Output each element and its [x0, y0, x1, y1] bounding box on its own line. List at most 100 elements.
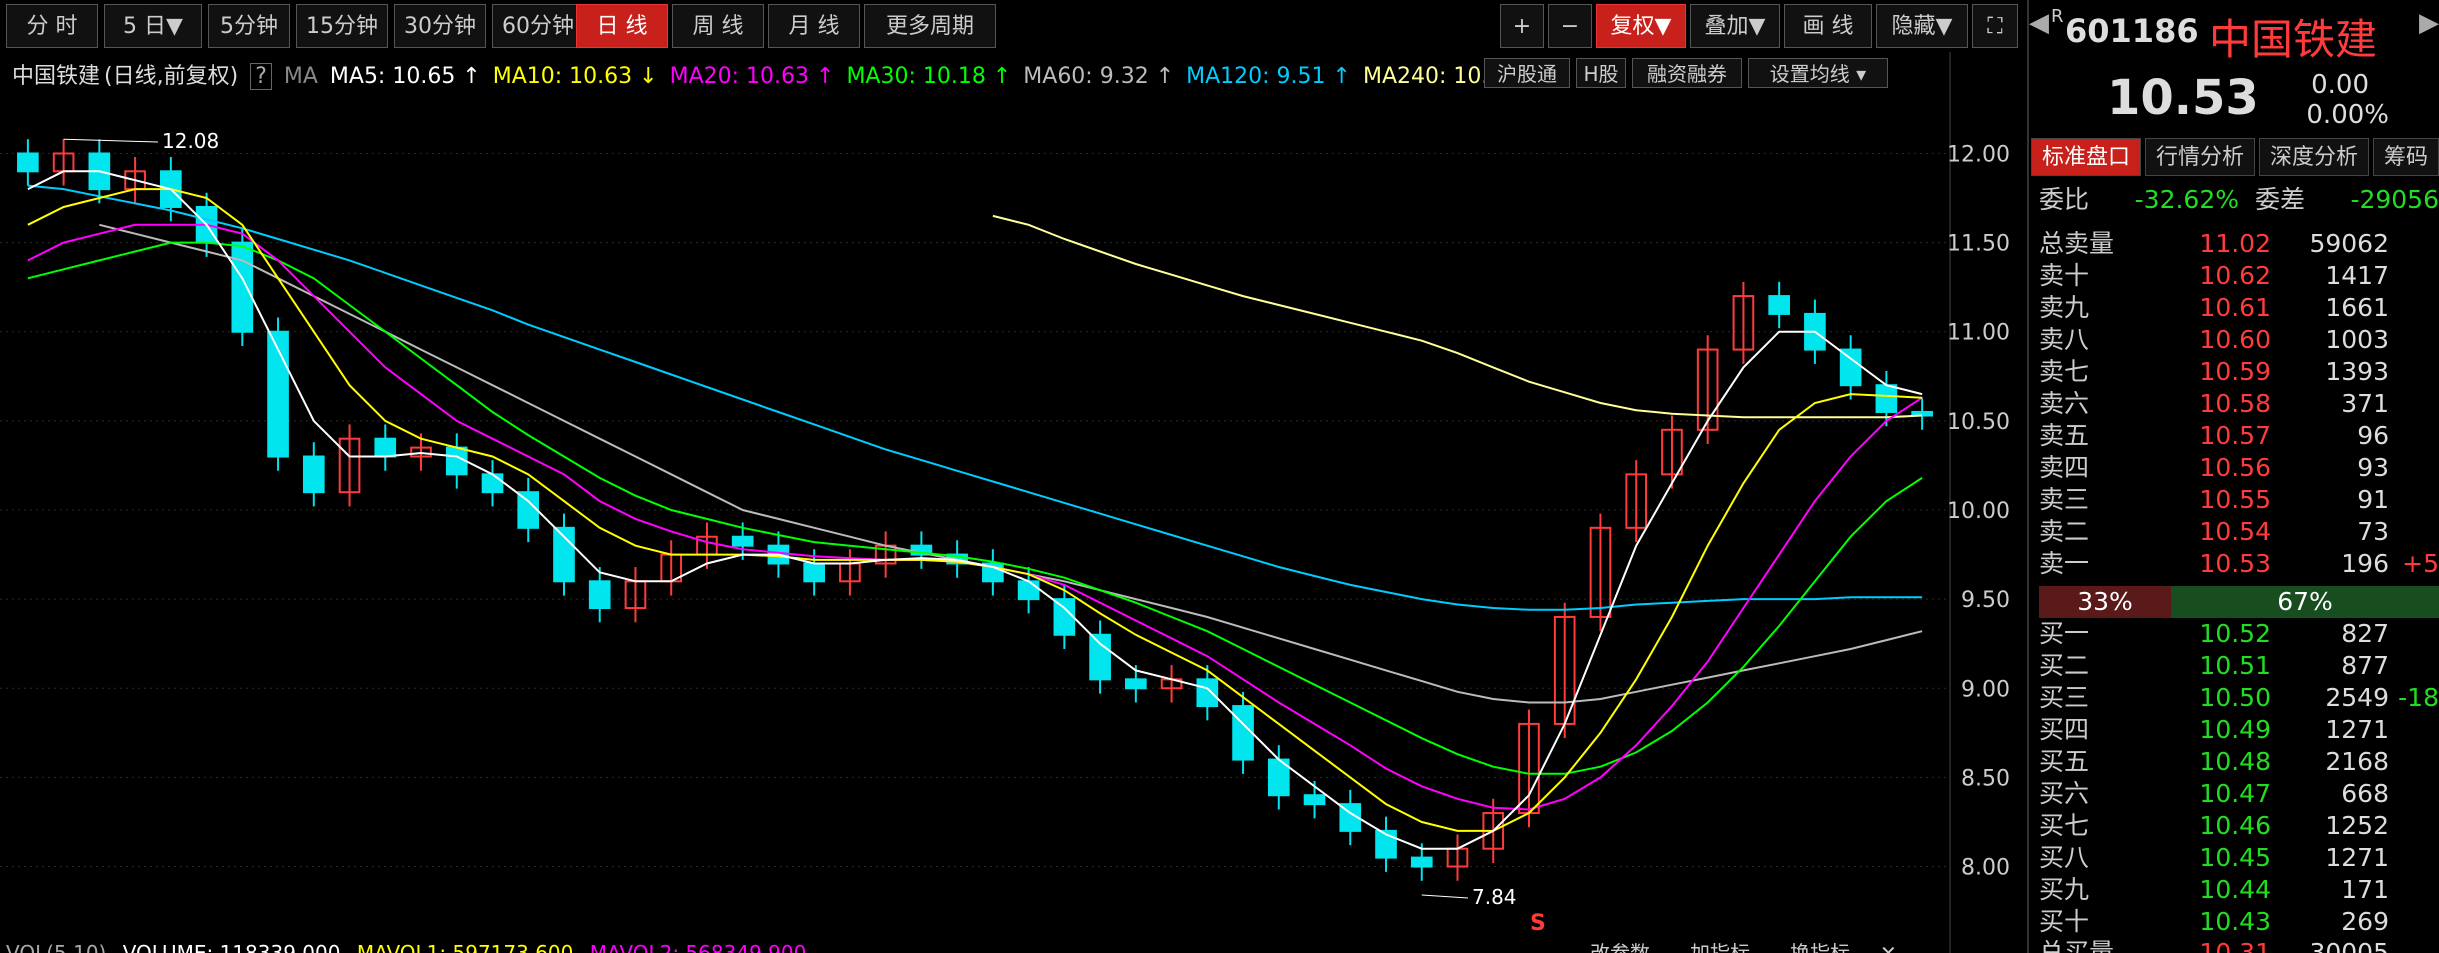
swap-indicator-button[interactable]: 换指标 — [1790, 939, 1850, 953]
bid-level-label: 买十 — [2039, 907, 2090, 936]
ask-row[interactable]: 卖八 10.60 1003 — [2039, 324, 2439, 356]
bid-level-label: 买三 — [2039, 683, 2090, 712]
price-change-pct: 0.00% — [2306, 100, 2389, 130]
candle-body — [1053, 598, 1076, 636]
ask-row[interactable]: 卖六 10.58 371 — [2039, 388, 2439, 420]
close-indicator-icon[interactable]: ✕ — [1880, 939, 1897, 953]
tab-standard-quote[interactable]: 标准盘口 — [2031, 138, 2141, 176]
fullscreen-icon[interactable]: ⛶ — [1972, 4, 2018, 48]
tab-15min[interactable]: 15分钟 — [296, 4, 388, 48]
tab-weekly[interactable]: 周 线 — [672, 4, 764, 48]
zoom-out-button[interactable]: − — [1548, 4, 1592, 48]
ask-level-label: 卖九 — [2039, 293, 2090, 322]
bid-row[interactable]: 买十 10.43 269 — [2039, 906, 2439, 938]
weicha-label: 委差 — [2255, 185, 2306, 214]
weibi-value: -32.62% — [2134, 185, 2239, 214]
bid-price: 10.50 — [2199, 683, 2271, 712]
bid-row[interactable]: 买八 10.45 1271 — [2039, 842, 2439, 874]
quote-panel: ◀ R 601186 中国铁建 ▶ 10.53 0.00 0.00% 标准盘口 … — [2027, 0, 2439, 953]
tab-intraday[interactable]: 分 时 — [6, 4, 98, 48]
change-params-button[interactable]: 改参数 — [1590, 939, 1650, 953]
draw-line-button[interactable]: 画 线 — [1784, 4, 1872, 48]
ask-volume: 1417 — [2325, 261, 2389, 290]
bid-row[interactable]: 买六 10.47 668 — [2039, 778, 2439, 810]
adjust-button[interactable]: 复权▼ — [1596, 4, 1686, 48]
ask-price: 10.56 — [2199, 453, 2271, 482]
candlestick-chart[interactable]: 12.00 11.50 11.00 10.50 10.00 9.50 9.00 8.50 8.0… — [0, 52, 2023, 953]
ask-price: 10.58 — [2199, 389, 2271, 418]
tab-more-periods[interactable]: 更多周期 — [864, 4, 996, 48]
ask-row[interactable]: 卖三 10.55 91 — [2039, 484, 2439, 516]
bid-row[interactable]: 买一 10.52 827 — [2039, 618, 2439, 650]
low-pointer — [1421, 894, 1469, 899]
prev-stock-icon[interactable]: ◀ — [2029, 8, 2049, 38]
ask-change: +5 — [2402, 549, 2439, 578]
ask-price: 10.55 — [2199, 485, 2271, 514]
ask-row[interactable]: 卖二 10.54 73 — [2039, 516, 2439, 548]
ask-volume: 91 — [2357, 485, 2389, 514]
bid-level-label: 买八 — [2039, 843, 2090, 872]
bid-level-label: 买五 — [2039, 747, 2090, 776]
bid-price: 10.43 — [2199, 907, 2271, 936]
ask-row[interactable]: 卖九 10.61 1661 — [2039, 292, 2439, 324]
bid-price: 10.48 — [2199, 747, 2271, 776]
ask-level-label: 卖五 — [2039, 421, 2090, 450]
ma20-line — [27, 223, 1923, 811]
tab-monthly[interactable]: 月 线 — [768, 4, 860, 48]
next-stock-icon[interactable]: ▶ — [2419, 8, 2439, 38]
price-axis: 12.00 11.50 11.00 10.50 10.00 9.50 9.00 8.50 8.0… — [1947, 142, 2010, 880]
zoom-in-button[interactable]: + — [1500, 4, 1544, 48]
tab-5day[interactable]: 5 日▼ — [104, 4, 202, 48]
ask-row[interactable]: 卖十 10.62 1417 — [2039, 260, 2439, 292]
ask-level-label: 卖六 — [2039, 389, 2090, 418]
bid-volume: 1252 — [2325, 811, 2389, 840]
candle-body — [1125, 678, 1147, 690]
y-tick-label: 10.00 — [1947, 499, 2010, 524]
bid-level-label: 买六 — [2039, 779, 2090, 808]
volume-value: VOLUME: 118339.000 — [122, 941, 341, 953]
add-indicator-button[interactable]: 加指标 — [1690, 939, 1750, 953]
ask-row[interactable]: 卖五 10.57 96 — [2039, 420, 2439, 452]
candle-body — [1875, 384, 1898, 413]
bid-price: 10.44 — [2199, 875, 2271, 904]
bid-row[interactable]: 买三 10.50 2549 -18 — [2039, 682, 2439, 714]
bid-row[interactable]: 买二 10.51 877 — [2039, 650, 2439, 682]
candle-body — [374, 437, 397, 458]
hide-button[interactable]: 隐藏▼ — [1876, 4, 1968, 48]
y-tick-label: 9.00 — [1961, 677, 2010, 702]
tab-daily[interactable]: 日 线 — [576, 4, 668, 48]
bid-row[interactable]: 买四 10.49 1271 — [2039, 714, 2439, 746]
bid-row[interactable]: 买九 10.44 171 — [2039, 874, 2439, 906]
candle-body — [731, 535, 754, 547]
low-annotation: 7.84 — [1472, 885, 1517, 909]
tab-30min[interactable]: 30分钟 — [394, 4, 486, 48]
candle-body — [1017, 580, 1040, 601]
tab-60min[interactable]: 60分钟 — [492, 4, 584, 48]
y-tick-label: 12.00 — [1947, 142, 2010, 167]
bid-volume: 877 — [2341, 651, 2389, 680]
ask-price: 10.57 — [2199, 421, 2271, 450]
ask-row[interactable]: 卖四 10.56 93 — [2039, 452, 2439, 484]
tab-market-analysis[interactable]: 行情分析 — [2145, 138, 2255, 176]
ask-row[interactable]: 卖七 10.59 1393 — [2039, 356, 2439, 388]
ask-volume: 1003 — [2325, 325, 2389, 354]
total-sell-row: 总卖量 11.02 59062 — [2039, 228, 2439, 260]
bid-price: 10.45 — [2199, 843, 2271, 872]
tab-depth-analysis[interactable]: 深度分析 — [2259, 138, 2369, 176]
overlay-button[interactable]: 叠加▼ — [1690, 4, 1780, 48]
candle-body — [1768, 295, 1790, 315]
bid-level-label: 买七 — [2039, 811, 2090, 840]
bid-level-label: 买九 — [2039, 875, 2090, 904]
bid-level-label: 买二 — [2039, 651, 2090, 680]
tab-chips[interactable]: 筹码 — [2373, 138, 2439, 176]
bid-row[interactable]: 买五 10.48 2168 — [2039, 746, 2439, 778]
bid-row[interactable]: 买七 10.46 1252 — [2039, 810, 2439, 842]
ask-row[interactable]: 卖一 10.53 196 +5 — [2039, 548, 2439, 580]
high-annotation: 12.08 — [162, 129, 219, 153]
candle-body — [803, 562, 825, 583]
y-tick-label: 8.50 — [1961, 766, 2010, 791]
bid-level-label: 买一 — [2039, 619, 2090, 648]
tab-5min[interactable]: 5分钟 — [208, 4, 290, 48]
y-tick-label: 8.00 — [1961, 856, 2010, 881]
bid-volume: 827 — [2341, 619, 2389, 648]
